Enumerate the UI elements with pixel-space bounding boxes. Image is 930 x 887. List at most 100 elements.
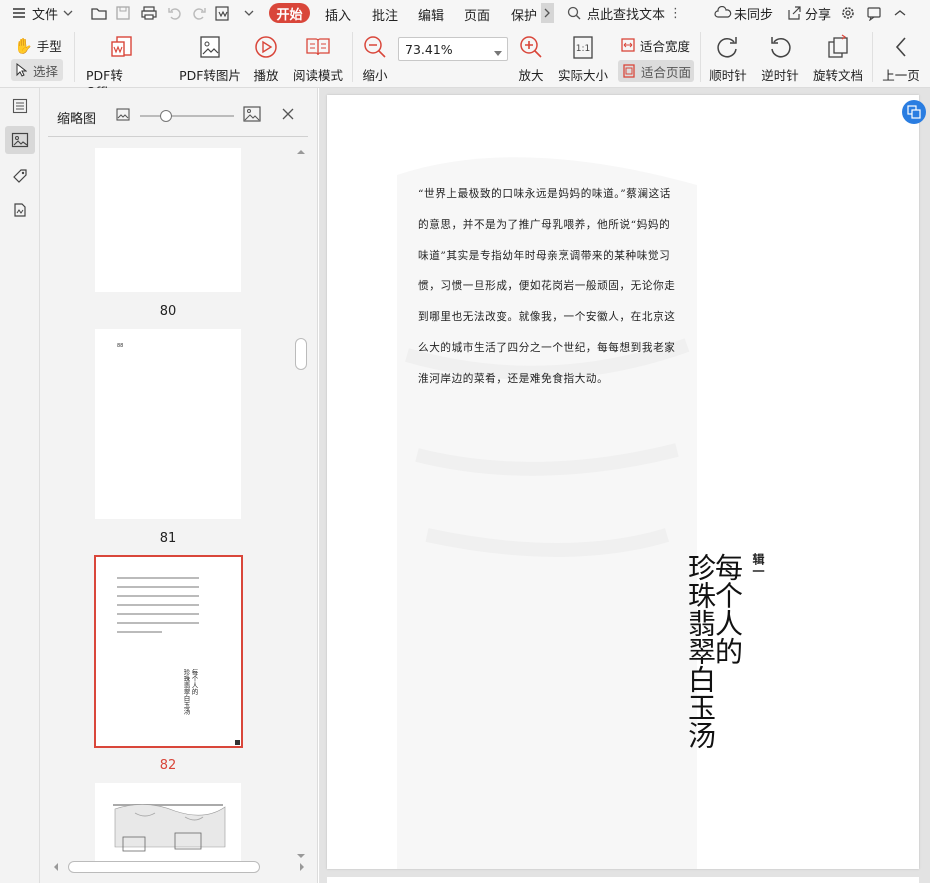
page-thumbnail[interactable]: 88 bbox=[95, 329, 241, 519]
more-dots-icon[interactable]: ⋮ bbox=[669, 6, 682, 21]
large-thumbnail-icon[interactable] bbox=[243, 106, 261, 126]
page-thumbnail[interactable] bbox=[95, 783, 241, 861]
undo-icon[interactable] bbox=[164, 2, 186, 24]
save-icon[interactable] bbox=[112, 2, 134, 24]
fit-page-label: 适合页面 bbox=[641, 64, 692, 80]
tab-start[interactable]: 开始 bbox=[269, 3, 310, 23]
paragraph-line: 的意思，并不是为了推广母乳喂养，他所说“妈妈的 bbox=[418, 218, 671, 231]
page-thumbnail-selected[interactable]: 每个人的 珍珠翡翠白玉汤 bbox=[94, 555, 243, 748]
convert-icon[interactable] bbox=[212, 2, 234, 24]
chevron-up-icon[interactable] bbox=[889, 2, 911, 24]
document-page: “世界上最极致的口味永远是妈妈的味道。”蔡澜这话 的意思，并不是为了推广母乳喂养… bbox=[327, 95, 919, 869]
zoom-in-button[interactable]: 放大 bbox=[514, 32, 548, 84]
search-icon bbox=[567, 6, 581, 20]
share-button[interactable]: 分享 bbox=[786, 3, 831, 23]
scroll-down-arrow-icon[interactable] bbox=[296, 852, 306, 860]
pdf-image-label: PDF转图片 bbox=[179, 68, 241, 83]
scroll-right-arrow-icon[interactable] bbox=[298, 862, 306, 872]
outline-list-icon bbox=[12, 98, 28, 114]
hand-icon: ✋ bbox=[14, 36, 33, 55]
tab-edit[interactable]: 编辑 bbox=[418, 5, 444, 24]
sync-label: 未同步 bbox=[734, 7, 774, 23]
fit-width-button[interactable]: 适合宽度 bbox=[620, 35, 690, 55]
dropdown-arrow-icon bbox=[494, 46, 502, 61]
play-button[interactable]: 播放 bbox=[248, 32, 284, 84]
horizontal-scroll-thumb[interactable] bbox=[68, 861, 260, 873]
play-icon bbox=[253, 32, 279, 62]
zoom-in-label: 放大 bbox=[518, 68, 544, 83]
page-thumbnail[interactable] bbox=[95, 148, 241, 292]
redo-icon[interactable] bbox=[188, 2, 210, 24]
scroll-up-arrow-icon[interactable] bbox=[296, 148, 306, 156]
open-folder-icon[interactable] bbox=[88, 2, 110, 24]
panel-header-divider bbox=[48, 136, 308, 137]
attachment-rail-button[interactable] bbox=[5, 196, 35, 224]
thumbnail-size-slider[interactable] bbox=[140, 110, 234, 122]
chapter-title-line2: 珍珠翡翠白玉汤 bbox=[684, 553, 717, 749]
thumbnail-panel: 缩略图 80 88 81 每个人的 珍珠翡翠白玉汤 82 bbox=[40, 88, 318, 883]
fit-width-label: 适合宽度 bbox=[640, 38, 691, 54]
attachment-page-icon bbox=[14, 203, 26, 217]
zoom-value: 73.41% bbox=[405, 41, 453, 57]
select-tool-button[interactable]: 选择 bbox=[11, 59, 63, 81]
paragraph-line: 味道”其实是专指幼年时母亲烹调带来的某种味觉习 bbox=[418, 249, 671, 262]
hand-tool-button[interactable]: ✋ 手型 bbox=[14, 36, 62, 55]
tab-page[interactable]: 页面 bbox=[464, 5, 490, 24]
zoom-out-button[interactable]: 缩小 bbox=[358, 32, 392, 84]
tab-start-label: 开始 bbox=[276, 7, 303, 23]
chevron-down-icon[interactable] bbox=[238, 2, 260, 24]
chevron-right-icon bbox=[544, 8, 550, 18]
toolbar-divider bbox=[700, 32, 701, 82]
thumb-text-block bbox=[117, 577, 199, 633]
file-menu[interactable]: 文件 bbox=[8, 0, 73, 26]
zoom-select[interactable]: 73.41% bbox=[398, 37, 508, 61]
page-number: 80 bbox=[159, 304, 177, 319]
outline-rail-button[interactable] bbox=[5, 92, 35, 120]
slider-handle[interactable] bbox=[160, 110, 172, 122]
rotate-document-label: 旋转文档 bbox=[812, 68, 863, 83]
reading-mode-button[interactable]: 阅读模式 bbox=[290, 32, 346, 84]
print-icon[interactable] bbox=[138, 2, 160, 24]
previous-page-button[interactable]: 上一页 bbox=[880, 32, 922, 84]
message-icon[interactable] bbox=[863, 2, 885, 24]
tab-scroll-right-button[interactable] bbox=[541, 3, 554, 23]
tab-insert[interactable]: 插入 bbox=[325, 5, 351, 24]
close-icon[interactable] bbox=[281, 107, 295, 125]
rotate-clockwise-label: 顺时针 bbox=[709, 68, 747, 83]
thumbnail-image-icon bbox=[11, 132, 29, 148]
translate-icon bbox=[907, 105, 921, 119]
bookmark-rail-button[interactable] bbox=[5, 162, 35, 190]
actual-size-button[interactable]: 1:1 实际大小 bbox=[556, 32, 610, 84]
gear-icon[interactable] bbox=[837, 2, 859, 24]
vertical-scroll-thumb[interactable] bbox=[295, 338, 307, 370]
floating-tool-button[interactable] bbox=[902, 100, 926, 124]
thumbnail-rail-button[interactable] bbox=[5, 126, 35, 154]
chevron-left-icon bbox=[891, 32, 911, 62]
next-page-edge bbox=[327, 877, 919, 887]
body-paragraph: “世界上最极致的口味永远是妈妈的味道。”蔡澜这话 的意思，并不是为了推广母乳喂养… bbox=[418, 179, 693, 395]
page-number-current: 82 bbox=[159, 758, 177, 773]
file-menu-label: 文件 bbox=[32, 7, 59, 23]
share-icon bbox=[788, 6, 801, 20]
rotate-document-button[interactable]: 旋转文档 bbox=[810, 32, 866, 84]
fit-page-button[interactable]: 适合页面 bbox=[618, 60, 694, 82]
paragraph-line: 惯，习惯一旦形成，便如花岗岩一般顽固，无论你走 bbox=[418, 280, 676, 293]
small-thumbnail-icon[interactable] bbox=[116, 108, 130, 125]
sync-status[interactable]: 未同步 bbox=[714, 3, 773, 23]
tab-protect[interactable]: 保护 bbox=[511, 5, 537, 24]
toolbar-divider bbox=[74, 32, 75, 82]
thumbnail-horizontal-scrollbar[interactable] bbox=[50, 861, 308, 873]
share-label: 分享 bbox=[805, 7, 832, 23]
pdf-office-icon bbox=[109, 32, 135, 62]
find-text-search[interactable]: 点此查找文本 ⋮ bbox=[566, 3, 682, 23]
rotate-counterclockwise-button[interactable]: 逆时针 bbox=[758, 32, 802, 84]
pdf-to-image-button[interactable]: PDF转图片 bbox=[176, 32, 244, 84]
rotate-clockwise-button[interactable]: 顺时针 bbox=[706, 32, 750, 84]
zoom-out-label: 缩小 bbox=[362, 68, 388, 83]
scroll-left-arrow-icon[interactable] bbox=[52, 862, 60, 872]
document-viewer[interactable]: “世界上最极致的口味永远是妈妈的味道。”蔡澜这话 的意思，并不是为了推广母乳喂养… bbox=[319, 88, 930, 887]
thumbnail-vertical-scrollbar[interactable] bbox=[295, 148, 307, 860]
tab-annotate[interactable]: 批注 bbox=[372, 5, 398, 24]
previous-page-label: 上一页 bbox=[882, 68, 920, 83]
hamburger-icon bbox=[8, 2, 30, 24]
